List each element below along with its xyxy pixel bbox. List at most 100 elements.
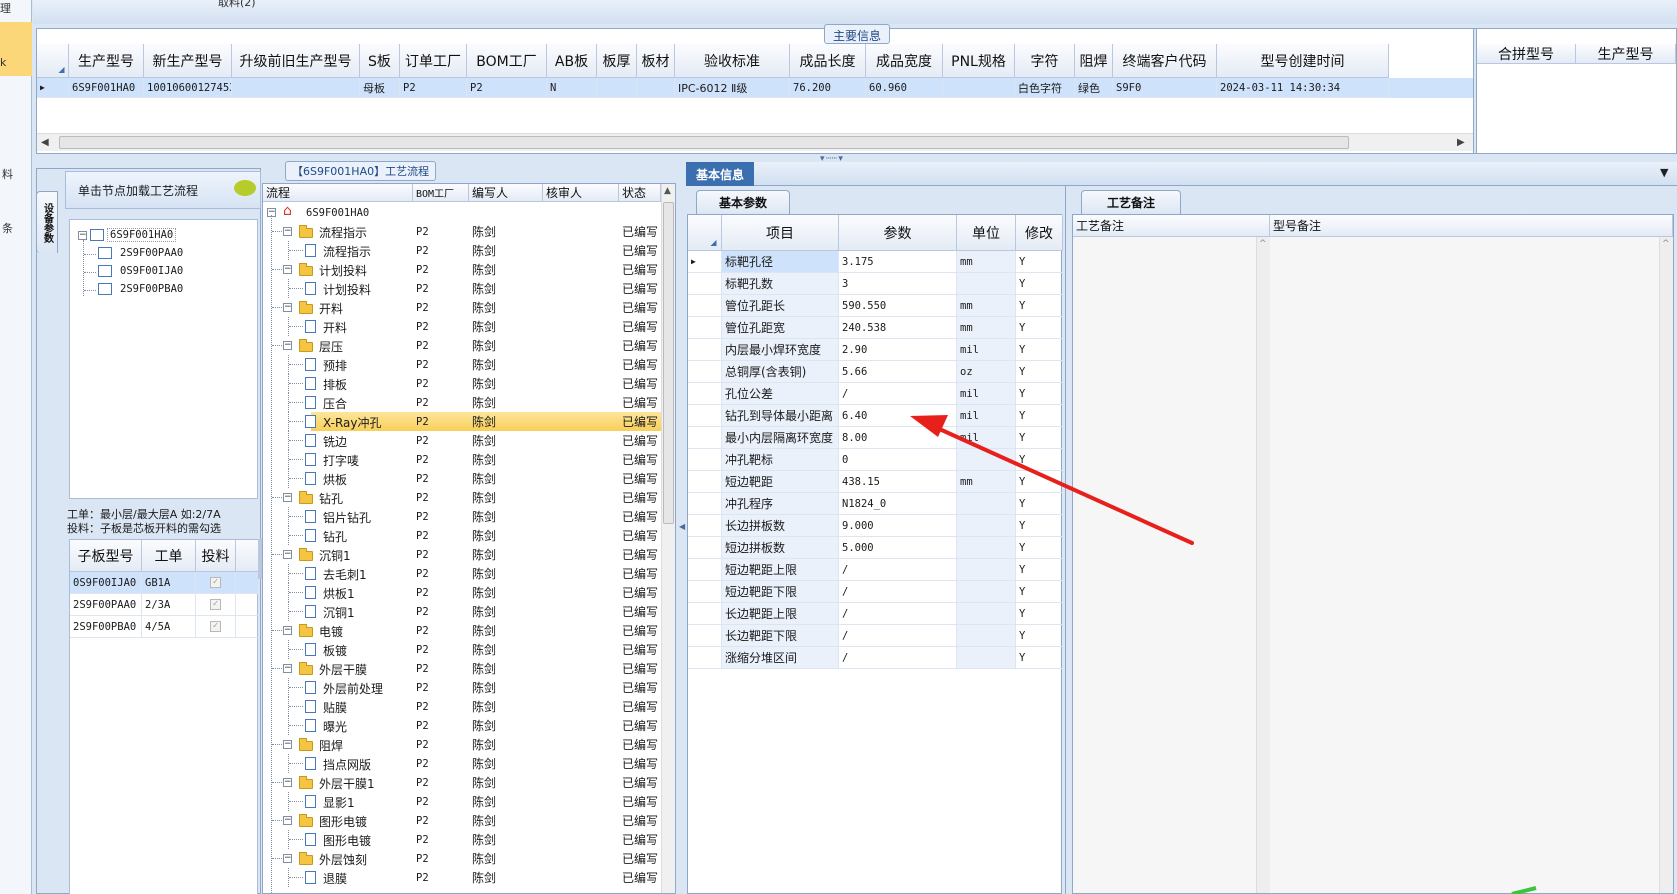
main-column-header[interactable]: BOM工厂 [467, 44, 547, 78]
sub-board-row[interactable]: 2S9F00PAA0 2/3A ✓ [70, 594, 259, 616]
main-column-header[interactable]: 订单工厂 [400, 44, 467, 78]
main-column-header[interactable]: AB板 [547, 44, 597, 78]
flow-reviewer-cell[interactable] [543, 602, 619, 621]
flow-status-cell[interactable]: 已编写 [619, 355, 661, 374]
flow-status-cell[interactable]: 已编写 [619, 659, 661, 678]
param-value[interactable]: 5.66 [839, 361, 957, 383]
flow-factory-cell[interactable]: P2 [413, 735, 469, 754]
flow-row[interactable]: 铝片钻孔 P2 陈剑 已编写 [263, 507, 661, 526]
scroll-left-icon[interactable]: ◀ [41, 137, 49, 148]
main-row-cell[interactable]: IPC-6012 Ⅱ级 [675, 78, 790, 98]
flow-column-header[interactable]: 状态 [619, 184, 661, 202]
flow-reviewer-cell[interactable] [543, 393, 619, 412]
flow-factory-cell[interactable]: P2 [413, 602, 469, 621]
left-nav-label[interactable]: k [0, 56, 6, 69]
flow-status-cell[interactable]: 已编写 [619, 298, 661, 317]
flow-writer-cell[interactable]: 陈剑 [469, 773, 543, 792]
param-modified[interactable]: Y [1016, 625, 1063, 647]
param-item[interactable]: 短边靶距 [722, 471, 839, 493]
param-unit[interactable]: mil [957, 383, 1016, 405]
flow-writer-cell[interactable]: 陈剑 [469, 260, 543, 279]
basic-params-row[interactable]: ▶冲孔靶标0 Y [688, 449, 1063, 471]
flow-factory-cell[interactable]: P2 [413, 830, 469, 849]
flow-status-cell[interactable]: 已编写 [619, 545, 661, 564]
flow-reviewer-cell[interactable] [543, 545, 619, 564]
flow-status-cell[interactable]: 已编写 [619, 792, 661, 811]
collapse-icon[interactable]: − [283, 626, 292, 635]
collapse-icon[interactable]: − [283, 265, 292, 274]
flow-step-label[interactable]: 图形电镀 [323, 832, 371, 849]
flow-step-label[interactable]: 钻孔 [323, 528, 347, 545]
flow-reviewer-cell[interactable] [543, 431, 619, 450]
param-unit[interactable] [957, 647, 1016, 669]
param-unit[interactable]: mil [957, 339, 1016, 361]
flow-factory-cell[interactable]: P2 [413, 754, 469, 773]
flow-step-label[interactable]: 打字唛 [323, 452, 359, 469]
scroll-thumb[interactable] [663, 202, 674, 524]
param-modified[interactable]: Y [1016, 581, 1063, 603]
flow-row[interactable]: 板镀 P2 陈剑 已编写 [263, 640, 661, 659]
basic-params-row[interactable]: ▶钻孔到导体最小距离6.40milY [688, 405, 1063, 427]
flow-status-cell[interactable]: 已编写 [619, 868, 661, 887]
flow-writer-cell[interactable]: 陈剑 [469, 849, 543, 868]
splitter[interactable]: ◀ [676, 162, 686, 894]
main-column-header[interactable]: 字符 [1015, 44, 1075, 78]
param-unit[interactable] [957, 537, 1016, 559]
main-column-header[interactable]: 板材 [637, 44, 675, 78]
flow-factory-cell[interactable]: P2 [413, 583, 469, 602]
flow-writer-cell[interactable]: 陈剑 [469, 488, 543, 507]
flow-writer-cell[interactable]: 陈剑 [469, 412, 543, 431]
main-row-cell[interactable]: 60.960 [866, 78, 943, 98]
param-value[interactable]: 5.000 [839, 537, 957, 559]
flow-step-label[interactable]: 流程指示 [323, 243, 371, 260]
left-nav-label[interactable]: 条 [2, 220, 13, 236]
flow-status-cell[interactable]: 已编写 [619, 735, 661, 754]
flow-factory-cell[interactable]: P2 [413, 849, 469, 868]
param-modified[interactable]: Y [1016, 449, 1063, 471]
param-item[interactable]: 长边靶距上限 [722, 603, 839, 625]
flow-status-cell[interactable]: 已编写 [619, 811, 661, 830]
collapse-icon[interactable]: − [283, 550, 292, 559]
tree-node[interactable]: 2S9F00PBA0 [98, 283, 183, 295]
scroll-up-icon[interactable]: ^ [1662, 239, 1670, 249]
param-modified[interactable]: Y [1016, 493, 1063, 515]
sub-board-feed[interactable]: ✓ [196, 572, 236, 594]
sub-board-feed[interactable]: ✓ [196, 616, 236, 638]
flow-reviewer-cell[interactable] [543, 773, 619, 792]
flow-row[interactable]: 去毛刺1 P2 陈剑 已编写 [263, 564, 661, 583]
param-unit[interactable] [957, 581, 1016, 603]
flow-writer-cell[interactable]: 陈剑 [469, 583, 543, 602]
flow-status-cell[interactable]: 已编写 [619, 583, 661, 602]
main-row-cell[interactable]: S9F0 [1113, 78, 1217, 98]
sub-board-order[interactable]: 2/3A [142, 594, 196, 616]
sub-board-row[interactable]: 0S9F00IJA0 GB1A ✓ [70, 572, 259, 594]
flow-row[interactable]: 烘板 P2 陈剑 已编写 [263, 469, 661, 488]
flow-writer-cell[interactable]: 陈剑 [469, 469, 543, 488]
flow-reviewer-cell[interactable] [543, 640, 619, 659]
flow-row[interactable]: 流程指示 P2 陈剑 已编写 [263, 241, 661, 260]
flow-status-cell[interactable]: 已编写 [619, 336, 661, 355]
flow-row[interactable]: 图形电镀 P2 陈剑 已编写 [263, 830, 661, 849]
main-info-row[interactable]: ▶ 6S9F001HA0 10010600127453 母板 P2 P2 N IPC-6012… [37, 78, 1473, 98]
flow-step-label[interactable]: 流程指示 [319, 224, 367, 241]
splitter-grip-icon[interactable]: ◀ [679, 522, 685, 531]
flow-row[interactable]: 钻孔 P2 陈剑 已编写 [263, 526, 661, 545]
flow-status-cell[interactable]: 已编写 [619, 469, 661, 488]
flow-factory-cell[interactable]: P2 [413, 431, 469, 450]
param-item[interactable]: 涨缩分堆区间 [722, 647, 839, 669]
flow-step-label[interactable]: 外层蚀刻 [319, 851, 367, 868]
main-column-header[interactable]: 生产型号 [69, 44, 144, 78]
main-row-cell[interactable]: 绿色 [1075, 78, 1113, 98]
flow-status-cell[interactable]: 已编写 [619, 526, 661, 545]
param-modified[interactable]: Y [1016, 295, 1063, 317]
tree-node-label[interactable]: 2S9F00PAA0 [117, 247, 183, 259]
flow-row[interactable]: X-Ray冲孔 P2 陈剑 已编写 [263, 412, 661, 431]
checkbox[interactable]: ✓ [210, 621, 221, 632]
basic-params-row[interactable]: ▶ 标靶孔径 3.175 mm Y [688, 251, 1063, 273]
collapse-icon[interactable]: − [283, 854, 292, 863]
basic-params-row[interactable]: ▶长边靶距上限/ Y [688, 603, 1063, 625]
flow-row[interactable]: − 电镀 P2 陈剑 已编写 [263, 621, 661, 640]
param-unit[interactable] [957, 559, 1016, 581]
basic-params-row[interactable]: ▶短边拼板数5.000 Y [688, 537, 1063, 559]
flow-step-label[interactable]: 电镀 [319, 623, 343, 640]
